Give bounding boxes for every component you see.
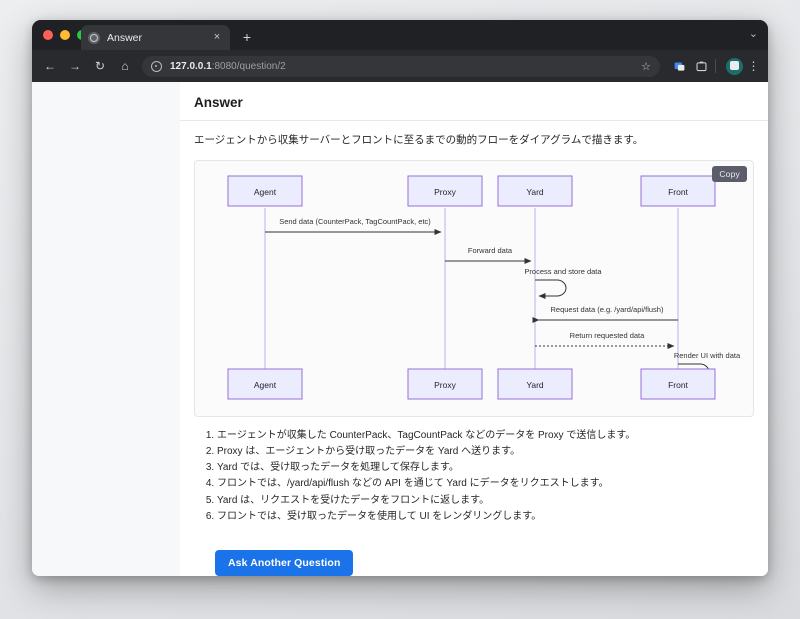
browser-window: Answer × + ⌄ ← → ↻ ⌂ 127.0.0.1:8080/ques… (32, 20, 768, 576)
participant-label: Proxy (434, 187, 456, 197)
url-host: 127.0.0.1 (170, 60, 212, 72)
list-item: フロントでは、受け取ったデータを使用して UI をレンダリングします。 (217, 509, 754, 525)
participant-box-front-top: Front (640, 175, 716, 207)
participant-label: Yard (526, 380, 544, 390)
minimize-window-button[interactable] (60, 30, 70, 40)
browser-tab-strip: Answer × + ⌄ (32, 20, 768, 50)
intro-paragraph: エージェントから収集サーバーとフロントに至るまでの動的フローをダイアグラムで描き… (194, 134, 644, 146)
message-send-data: Send data (CounterPack, TagCountPack, et… (265, 217, 442, 235)
participant-box-front-bottom: Front (640, 368, 716, 400)
participant-label: Front (668, 380, 688, 390)
ask-another-question-button[interactable]: Ask Another Question (215, 550, 354, 576)
globe-icon (88, 31, 100, 44)
forward-button[interactable]: → (65, 56, 85, 76)
message-request-data: Request data (e.g. /yard/api/flush) (532, 305, 678, 323)
close-window-button[interactable] (43, 30, 53, 40)
message-forward-data: Forward data (445, 246, 532, 264)
message-return-requested-data: Return requested data (535, 331, 675, 349)
participant-box-yard-bottom: Yard (497, 368, 573, 400)
browser-tab-title: Answer (107, 31, 143, 44)
participant-label: Agent (254, 380, 277, 390)
list-item: Yard は、リクエストを受けたデータをフロントに返します。 (217, 493, 754, 509)
participant-box-proxy-top: Proxy (407, 175, 483, 207)
address-bar[interactable]: 127.0.0.1:8080/question/2 ☆ (142, 55, 660, 77)
participant-box-agent-bottom: Agent (227, 368, 303, 400)
participant-box-agent-top: Agent (227, 175, 303, 207)
page-viewport: Answer エージェントから収集サーバーとフロントに至るまでの動的フローをダイ… (32, 82, 768, 576)
copy-button[interactable]: Copy (712, 165, 747, 182)
page-title: Answer (194, 95, 243, 110)
reload-button[interactable]: ↻ (90, 56, 110, 76)
participant-label: Agent (254, 187, 277, 197)
list-item: Yard では、受け取ったデータを処理して保存します。 (217, 460, 754, 476)
participant-box-proxy-bottom: Proxy (407, 368, 483, 400)
sequence-diagram-svg: Agent Proxy Yard Front Send data (Counte… (227, 175, 741, 400)
address-bar-url: 127.0.0.1:8080/question/2 (170, 61, 286, 72)
toolbar-divider (715, 59, 716, 73)
extensions-icon[interactable] (671, 58, 688, 75)
message-label: Process and store data (524, 267, 602, 276)
participant-label: Proxy (434, 380, 456, 390)
bookmark-star-icon[interactable]: ☆ (641, 60, 651, 73)
site-info-icon[interactable] (151, 60, 162, 72)
list-item: Proxy は、エージェントから受け取ったデータを Yard へ送ります。 (217, 444, 754, 460)
participant-box-yard-top: Yard (497, 175, 573, 207)
chevron-down-icon[interactable]: ⌄ (749, 29, 758, 40)
new-tab-button[interactable]: + (240, 30, 254, 44)
answer-card-body: エージェントから収集サーバーとフロントに至るまでの動的フローをダイアグラムで描き… (180, 121, 768, 576)
list-item: エージェントが収集した CounterPack、TagCountPack などの… (217, 428, 754, 444)
steps-list: エージェントが収集した CounterPack、TagCountPack などの… (194, 428, 754, 525)
action-bar: Ask Another Question (180, 538, 768, 576)
browser-tab-search-icon[interactable] (693, 58, 710, 75)
message-label: Request data (e.g. /yard/api/flush) (551, 305, 664, 314)
message-process-and-store-data: Process and store data (524, 267, 602, 299)
desktop-background: Answer × + ⌄ ← → ↻ ⌂ 127.0.0.1:8080/ques… (0, 0, 800, 619)
home-button[interactable]: ⌂ (115, 56, 135, 76)
kebab-menu-icon[interactable]: ⋮ (747, 60, 760, 72)
answer-card-header: Answer (180, 82, 768, 121)
profile-avatar-icon[interactable] (726, 57, 743, 75)
close-icon[interactable]: × (211, 32, 223, 43)
url-path: :8080/question/2 (211, 60, 286, 72)
browser-toolbar: ← → ↻ ⌂ 127.0.0.1:8080/question/2 ☆ ⋮ (32, 50, 768, 82)
browser-tab-answer[interactable]: Answer × (81, 25, 230, 50)
list-item: フロントでは、/yard/api/flush などの API を通じて Yard… (217, 476, 754, 492)
message-label: Return requested data (570, 331, 645, 340)
message-label: Render UI with data (674, 351, 741, 360)
back-button[interactable]: ← (40, 56, 60, 76)
answer-card: Answer エージェントから収集サーバーとフロントに至るまでの動的フローをダイ… (180, 82, 768, 576)
sequence-diagram: Copy Agent Proxy Yard Front Send data (C… (194, 159, 754, 417)
message-label: Send data (CounterPack, TagCountPack, et… (279, 217, 431, 226)
message-label: Forward data (468, 246, 513, 255)
participant-label: Yard (526, 187, 544, 197)
participant-label: Front (668, 187, 688, 197)
